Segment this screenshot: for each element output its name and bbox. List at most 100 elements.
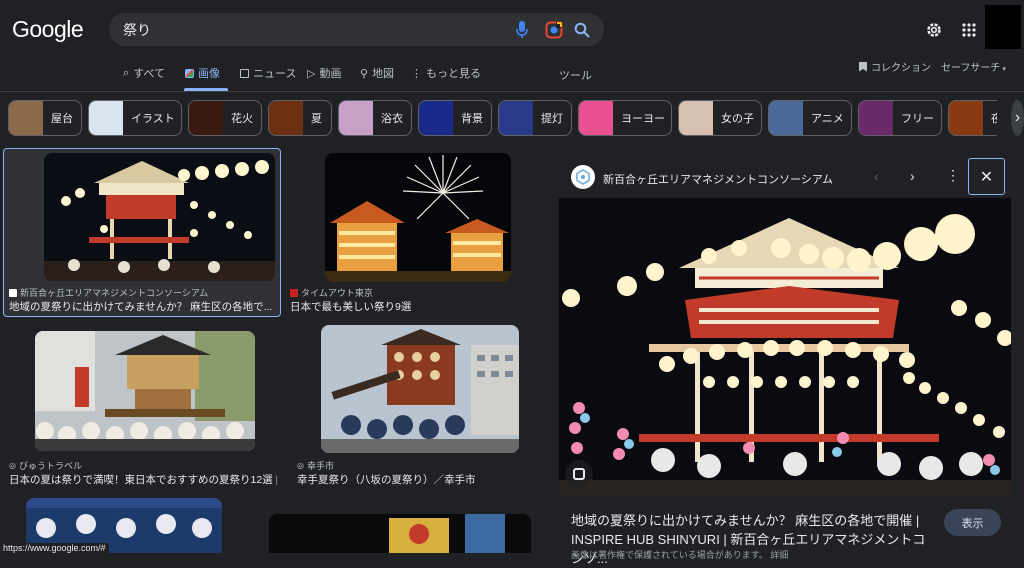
result-source[interactable]: ◎ 幸手市 [297,459,334,472]
chip-label: ヨーヨー [621,113,665,125]
chip-label: イラスト [131,113,175,125]
avatar[interactable] [985,5,1021,49]
chip-6[interactable]: 背景 [418,100,492,136]
favicon-icon [9,288,17,297]
source-favicon-icon [571,165,595,189]
chip-thumbnail [9,101,43,135]
result-source-label: 幸手市 [306,461,334,471]
tab-label: すべて [133,68,165,80]
tab-label: 画像 [198,68,220,80]
panel-source-name[interactable]: 新百合ヶ丘エリアマネジメントコンソーシアム [603,171,833,187]
chevron-right-icon: › [1011,100,1024,136]
tab-news[interactable]: ニュース [240,66,296,80]
tab-all[interactable]: ⌕ すべて [123,66,165,81]
chevron-right-icon[interactable]: › [910,168,915,184]
chip-thumbnail [89,101,123,135]
result-image[interactable] [325,153,511,282]
tab-maps[interactable]: ⚲ 地図 [360,66,395,81]
search-icon[interactable] [572,20,592,40]
header-divider [0,91,1024,92]
chip-1[interactable]: 屋台 [8,100,82,136]
chip-label: フリー [901,113,934,125]
result-title[interactable]: 日本の夏は祭りで満喫！東日本でおすすめの夏祭り12選 |... [9,472,277,487]
chip-2[interactable]: イラスト [88,100,182,136]
tab-label: ニュース [253,68,297,80]
map-pin-icon: ⚲ [360,67,369,80]
result-image[interactable] [44,153,275,281]
result-image[interactable] [35,331,255,451]
result-image[interactable] [321,325,519,453]
chip-11[interactable]: フリー [858,100,942,136]
tab-images[interactable]: 画像 [185,66,220,80]
chip-9[interactable]: 女の子 [678,100,762,136]
chip-thumbnail [859,101,893,135]
result-source[interactable]: 新百合ヶ丘エリアマネジメントコンソーシアム [9,286,208,299]
search-icon: ⌕ [123,66,130,79]
favicon-icon: ◎ [297,461,304,470]
lens-search-button[interactable] [565,460,593,488]
result-image[interactable] [269,514,531,553]
result-source-label: びゅうトラベル [18,461,82,471]
collection-label: コレクション [871,63,931,74]
mic-icon[interactable] [513,20,531,40]
chip-7[interactable]: 提灯 [498,100,572,136]
result-source[interactable]: ◎ びゅうトラベル [9,459,82,472]
news-icon [240,68,249,78]
chip-thumbnail [769,101,803,135]
chip-thumbnail [189,101,223,135]
tab-label: 地図 [372,68,395,80]
close-icon[interactable]: ✕ [968,158,1005,195]
safesearch-label: セーフサーチ [941,63,1001,74]
result-source-label: 新百合ヶ丘エリアマネジメントコンソーシアム [20,288,209,298]
gear-icon[interactable] [924,20,944,40]
chip-label: 背景 [461,113,483,125]
result-title[interactable]: 日本で最も美しい祭り9選 [290,299,540,314]
chip-label: 花火 [231,113,253,125]
tab-label: 動画 [319,68,342,80]
google-logo[interactable]: Google [12,16,84,43]
search-input[interactable]: 祭り [123,20,151,40]
chips-next-button[interactable]: › [997,96,1024,140]
panel-title-line: 地域の夏祭りに出かけてみませんか？ 麻生区の各地で開催 | [571,513,920,528]
result-title[interactable]: 幸手夏祭り（八坂の夏祭り）／幸手市 [297,472,547,487]
favicon-icon [290,288,298,297]
camera-lens-icon[interactable] [544,20,564,40]
chevron-down-icon: ▾ [1000,66,1006,73]
more-vert-icon: ⋮ [411,67,422,80]
tab-more[interactable]: ⋮ もっと見る [411,66,481,81]
chip-thumbnail [679,101,713,135]
more-vert-icon[interactable]: ⋮ [946,167,960,184]
chip-5[interactable]: 浴衣 [338,100,412,136]
lens-icon [573,468,585,480]
play-icon: ▷ [307,67,316,80]
apps-grid-icon[interactable] [959,20,979,40]
chip-thumbnail [269,101,303,135]
tab-videos[interactable]: ▷ 動画 [307,66,342,81]
chip-thumbnail [419,101,453,135]
status-bar-url: https://www.google.com/# [0,543,109,553]
chip-3[interactable]: 花火 [188,100,262,136]
chip-8[interactable]: ヨーヨー [578,100,672,136]
visit-button[interactable]: 表示 [944,509,1001,536]
panel-preview-image[interactable] [559,198,1011,496]
chip-label: 夏 [311,113,322,125]
chip-4[interactable]: 夏 [268,100,332,136]
chip-label: 女の子 [721,113,754,125]
result-source-label: タイムアウト東京 [301,288,373,298]
tools-button[interactable]: ツール [559,67,592,83]
collection-link[interactable]: コレクション [859,59,931,74]
image-icon [185,68,194,78]
chip-thumbnail [949,101,983,135]
chip-label: アニメ [811,113,844,125]
chip-10[interactable]: アニメ [768,100,852,136]
favicon-icon: ◎ [9,461,16,470]
chip-label: 屋台 [51,113,73,125]
chevron-left-icon[interactable]: ‹ [874,168,879,184]
chip-12[interactable]: 夜 [948,100,1004,136]
result-source[interactable]: タイムアウト東京 [290,286,373,299]
safesearch-dropdown[interactable]: セーフサーチ ▾ [941,59,1006,74]
chip-label: 提灯 [541,113,563,125]
result-title[interactable]: 地域の夏祭りに出かけてみませんか？ 麻生区の各地で... [9,299,277,314]
bookmark-icon [859,61,867,72]
chip-label: 浴衣 [381,113,403,125]
